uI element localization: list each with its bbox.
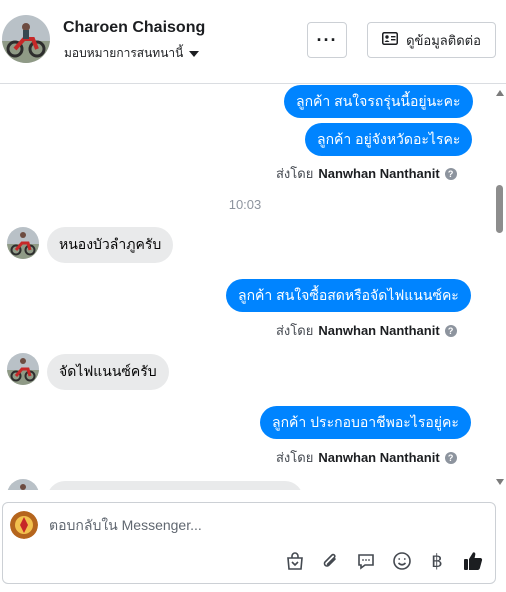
- sender-name: Nanwhan Nanthanit: [318, 166, 440, 181]
- sent-by-prefix: ส่งโดย: [276, 450, 314, 465]
- incoming-message: จัดไฟแนนซ์ครับ: [47, 354, 169, 390]
- sender-name: Nanwhan Nanthanit: [318, 323, 440, 338]
- incoming-message: หนองบัวลำภูครับ: [47, 227, 174, 263]
- reply-input[interactable]: [49, 513, 479, 537]
- assign-conversation-dropdown[interactable]: มอบหมายการสนทนานี้: [64, 44, 200, 63]
- reply-composer: ฿: [2, 502, 496, 584]
- contact-name[interactable]: Charoen Chaisong: [63, 19, 205, 37]
- contact-avatar: [7, 479, 39, 490]
- outgoing-message: ลูกค้า อยู่จังหวัดอะไรคะ: [305, 123, 473, 156]
- outgoing-message: ลูกค้า สนใจรถรุ่นนี้อยู่นะคะ: [284, 85, 473, 118]
- message-timestamp: 10:03: [228, 197, 262, 212]
- scroll-up-arrow-icon[interactable]: [496, 90, 504, 96]
- sent-by-prefix: ส่งโดย: [276, 166, 314, 181]
- info-icon[interactable]: ?: [444, 324, 457, 337]
- page-avatar: [10, 511, 38, 539]
- chat-bubble-icon[interactable]: [355, 550, 377, 572]
- thumbs-up-icon[interactable]: [462, 550, 484, 572]
- id-card-icon: [382, 32, 399, 48]
- sent-by-prefix: ส่งโดย: [276, 323, 314, 338]
- sender-name: Nanwhan Nanthanit: [318, 450, 440, 465]
- incoming-message: [47, 481, 303, 490]
- conversation-header: Charoen Chaisong มอบหมายการสนทนานี้ ··· …: [0, 0, 506, 84]
- info-icon[interactable]: ?: [444, 167, 457, 180]
- more-options-button[interactable]: ···: [307, 22, 347, 58]
- outgoing-message: ลูกค้า ประกอบอาชีพอะไรอยู่คะ: [260, 406, 471, 439]
- paperclip-icon[interactable]: [319, 550, 341, 572]
- outgoing-message: ลูกค้า สนใจซื้อสดหรือจัดไฟแนนซ์คะ: [226, 279, 471, 312]
- sent-by-label: ส่งโดย Nanwhan Nanthanit ?: [276, 447, 457, 468]
- message-thread[interactable]: ลูกค้า สนใจรถรุ่นนี้อยู่นะคะ ลูกค้า อยู่…: [0, 85, 506, 490]
- contact-avatar: [7, 227, 39, 259]
- assign-label: มอบหมายการสนทนานี้: [64, 46, 184, 60]
- view-contact-info-button[interactable]: ดูข้อมูลติดต่อ: [367, 22, 496, 58]
- smiley-icon[interactable]: [391, 550, 413, 572]
- chevron-down-icon: [189, 50, 200, 57]
- baht-icon[interactable]: ฿: [426, 550, 448, 572]
- more-dots-icon: ···: [316, 29, 338, 50]
- scroll-down-arrow-icon[interactable]: [496, 479, 504, 485]
- contact-avatar: [7, 353, 39, 385]
- scrollbar-thumb[interactable]: [496, 185, 503, 233]
- sent-by-label: ส่งโดย Nanwhan Nanthanit ?: [276, 163, 457, 184]
- view-contact-info-label: ดูข้อมูลติดต่อ: [406, 32, 481, 48]
- sent-by-label: ส่งโดย Nanwhan Nanthanit ?: [276, 320, 457, 341]
- thread-scrollbar[interactable]: [493, 85, 505, 490]
- contact-avatar[interactable]: [2, 15, 50, 63]
- info-icon[interactable]: ?: [444, 451, 457, 464]
- shopping-bag-icon[interactable]: [284, 550, 306, 572]
